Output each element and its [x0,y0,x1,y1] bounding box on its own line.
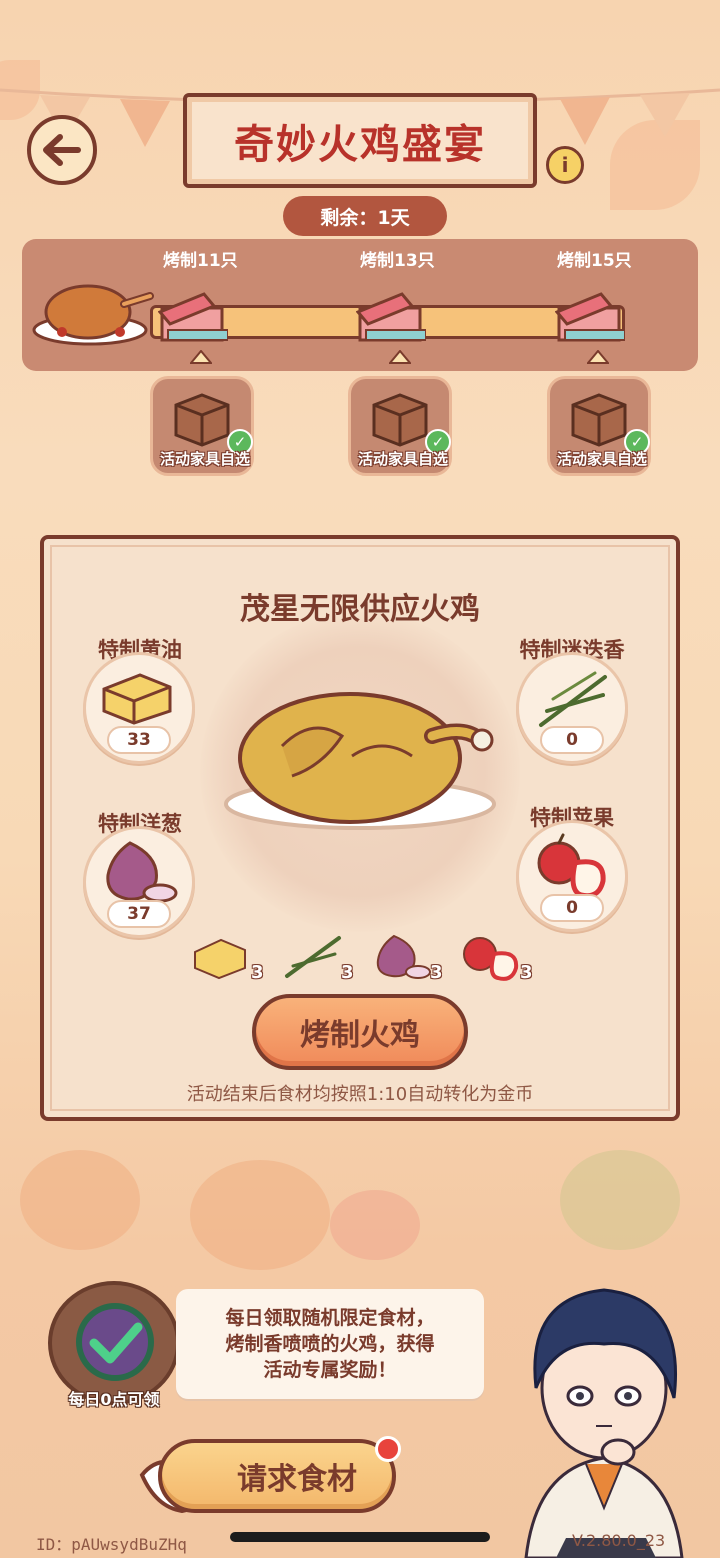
recipe-cost: 3 [520,962,533,983]
page-title: 奇妙火鸡盛宴 [234,121,486,168]
roast-turkey-button[interactable]: 烤制火鸡 [252,994,468,1070]
recipe-cost: 3 [341,962,354,983]
milestone-marker-icon [587,350,609,364]
rosemary-icon [539,671,607,727]
request-ingredients-label: 请求食材 [237,1462,357,1497]
version-text: V.2.80.0_23 [572,1531,666,1550]
bg-pumpkin [560,1150,680,1250]
home-indicator[interactable] [230,1532,490,1542]
ingredient-count: 37 [107,900,171,928]
butter-icon [102,673,172,725]
info-icon: i [561,153,569,177]
card-title: 茂星无限供应火鸡 [240,592,480,627]
reward-label: 活动家具自选 [159,450,250,468]
daily-claim-label: 每日0点可领 [68,1390,160,1409]
roast-turkey-icon [32,284,154,346]
check-circle-icon [76,1303,154,1381]
speech-bubble: 每日领取随机限定食材， 烤制香喷喷的火鸡，获得 活动专属奖励！ [176,1289,484,1399]
onion-icon [376,934,431,979]
arrow-left-icon [43,134,81,166]
butter-icon [194,938,246,980]
milestone-ribbon-icon [158,292,228,342]
reward-slot[interactable]: ✓ 活动家具自选 [348,376,452,476]
rosemary-icon [285,936,341,978]
remaining-time-badge: 剩余：1天 [283,196,447,236]
milestone-label: 烤制13只 [360,251,435,271]
milestone-ribbon-icon [555,292,625,342]
speech-line: 活动专属奖励！ [263,1359,397,1381]
reward-label: 活动家具自选 [357,450,448,468]
bg-apple [330,1190,420,1260]
apple-icon [463,937,519,981]
speech-line: 每日领取随机限定食材， [225,1307,435,1329]
recipe-cost: 3 [430,962,443,983]
info-button[interactable]: i [546,146,584,184]
notification-dot [375,1436,401,1462]
conversion-note: 活动结束后食材均按照1:10自动转化为金币 [186,1084,534,1105]
ingredient-count: 33 [107,726,171,754]
milestone-marker-icon [190,350,212,364]
event-title-frame: 奇妙火鸡盛宴 [183,93,537,188]
bg-pumpkin [20,1150,140,1250]
request-ingredients-button[interactable]: 请求食材 [158,1439,396,1513]
apple-icon [537,833,606,899]
milestone-label: 烤制11只 [163,251,238,271]
ingredient-count: 0 [540,894,604,922]
recipe-cost: 3 [251,962,264,983]
speech-line: 烤制香喷喷的火鸡，获得 [225,1333,435,1355]
bg-pumpkin [190,1160,330,1270]
reward-slot[interactable]: ✓ 活动家具自选 [547,376,651,476]
reward-label: 活动家具自选 [556,450,647,468]
ingredient-count: 0 [540,726,604,754]
furniture-box-icon [571,393,627,447]
milestone-ribbon-icon [356,292,426,342]
remaining-time-text: 剩余：1天 [320,206,410,229]
back-button[interactable] [27,115,97,185]
roast-turkey-button-label: 烤制火鸡 [300,1018,420,1053]
furniture-box-icon [174,393,230,447]
milestone-marker-icon [389,350,411,364]
milestone-label: 烤制15只 [557,251,632,271]
player-id: ID：pAUwsydBuZHq [36,1535,187,1554]
big-turkey-icon [224,692,496,830]
furniture-box-icon [372,393,428,447]
chef-character [524,1288,684,1558]
onion-icon [106,841,178,903]
reward-slot[interactable]: ✓ 活动家具自选 [150,376,254,476]
